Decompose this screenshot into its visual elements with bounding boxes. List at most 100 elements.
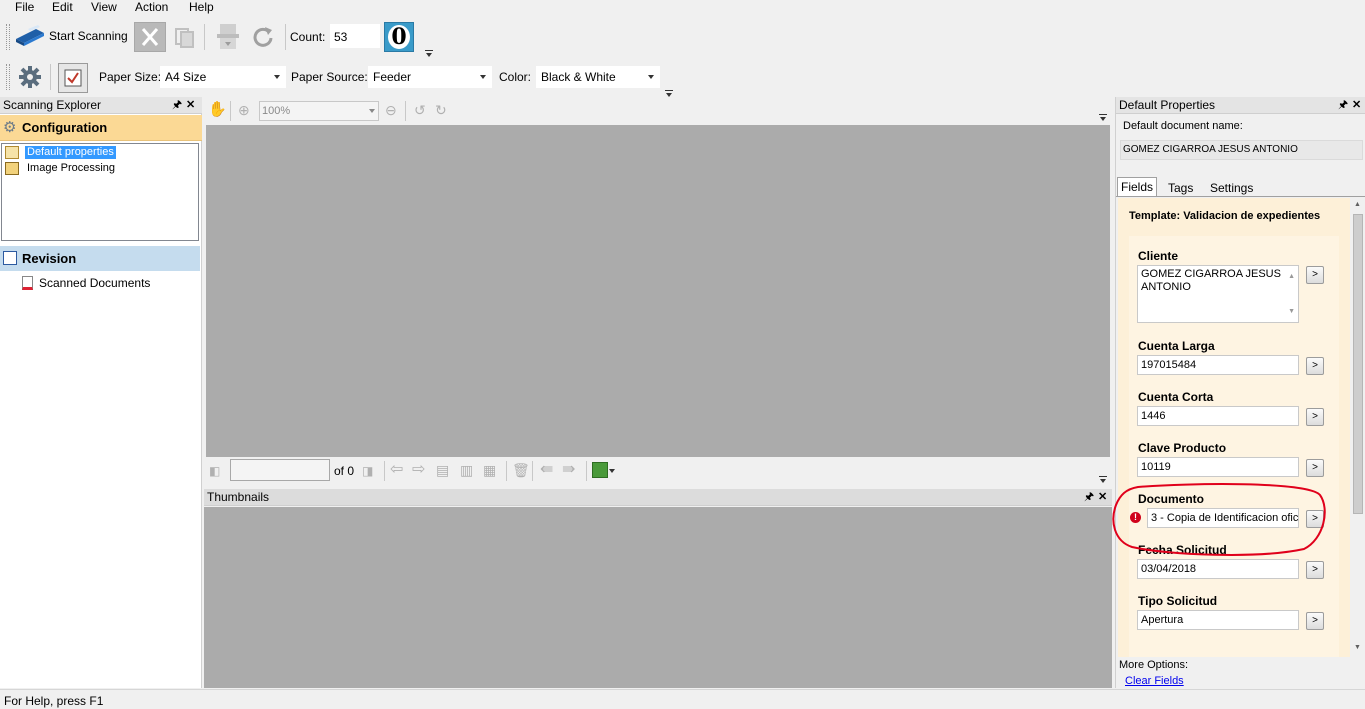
counter-display[interactable]: 0 [384, 22, 414, 52]
default-properties-panel: Default Properties 🖈 ✕ Default document … [1112, 97, 1365, 688]
toolbar-overflow-icon[interactable] [425, 47, 433, 57]
paper-source-label: Paper Source: [291, 70, 368, 84]
append-page-icon[interactable]: ▦ [483, 463, 496, 477]
insert-page-icon[interactable]: ▤ [436, 463, 449, 477]
chevron-down-icon[interactable] [609, 469, 615, 473]
document-viewer[interactable] [206, 125, 1110, 457]
cuenta-larga-button[interactable]: > [1306, 357, 1324, 375]
move-right-icon[interactable]: ⇛ [562, 462, 575, 478]
replace-page-icon[interactable]: ▥ [460, 463, 473, 477]
move-left-icon[interactable]: ⇚ [540, 462, 553, 478]
clave-producto-value: 10119 [1141, 461, 1171, 473]
revision-header[interactable]: Revision [0, 246, 200, 271]
scroll-down-icon[interactable]: ▼ [1288, 305, 1295, 318]
scroll-down-icon[interactable]: ▼ [1354, 644, 1361, 651]
pin-icon[interactable]: 🖈 [172, 97, 182, 114]
tipo-solicitud-field[interactable]: Apertura [1137, 610, 1299, 630]
properties-header: Default Properties 🖈 ✕ [1116, 97, 1365, 114]
default-properties-item[interactable]: Default properties [25, 146, 116, 159]
paper-size-select[interactable]: A4 Size [160, 66, 286, 88]
fecha-solicitud-field[interactable]: 03/04/2018 [1137, 559, 1299, 579]
toolbar-overflow-icon[interactable] [1099, 111, 1107, 121]
checklist-icon [64, 69, 82, 87]
pin-icon[interactable]: 🖈 [1338, 97, 1348, 114]
start-scanning-button[interactable]: Start Scanning [14, 22, 134, 50]
pin-icon[interactable]: 🖈 [1084, 489, 1094, 506]
previous-icon[interactable]: ⇦ [390, 462, 403, 478]
page-number-input[interactable] [230, 459, 330, 481]
rotate-right-icon[interactable]: ↻ [435, 103, 447, 117]
tab-fields[interactable]: Fields [1117, 177, 1157, 197]
rotate-left-icon[interactable]: ↺ [414, 103, 426, 117]
menu-help[interactable]: Help [189, 0, 214, 14]
list-item[interactable]: Scanned Documents [22, 276, 192, 290]
configuration-header[interactable]: ⚙ Configuration [0, 115, 202, 141]
trash-icon[interactable]: 🗑 [512, 463, 530, 477]
paper-size-label: Paper Size: [99, 70, 162, 84]
menu-view[interactable]: View [91, 0, 117, 14]
cuenta-corta-button[interactable]: > [1306, 408, 1324, 426]
close-icon[interactable]: ✕ [186, 97, 195, 114]
cancel-scan-button[interactable] [134, 22, 166, 52]
cliente-button[interactable]: > [1306, 266, 1324, 284]
settings-button[interactable] [18, 65, 42, 89]
gear-icon [19, 66, 41, 88]
cuenta-corta-field[interactable]: 1446 [1137, 406, 1299, 426]
chevron-down-icon [480, 75, 486, 79]
explorer-title: Scanning Explorer [3, 98, 102, 112]
toolbar-overflow-icon[interactable] [1099, 473, 1107, 483]
list-item[interactable]: Default properties [5, 146, 165, 160]
image-icon[interactable] [592, 462, 608, 478]
properties-title: Default Properties [1119, 98, 1216, 112]
zoom-out-icon[interactable]: ⊖ [385, 103, 397, 117]
fecha-solicitud-button[interactable]: > [1306, 561, 1324, 579]
zoom-select[interactable]: 100% [259, 101, 379, 121]
doc-name-field[interactable]: GOMEZ CIGARROA JESUS ANTONIO [1120, 140, 1363, 160]
refresh-button[interactable] [250, 24, 276, 50]
menu-edit[interactable]: Edit [52, 0, 73, 14]
paper-source-select[interactable]: Feeder [368, 66, 492, 88]
thumbnails-area[interactable] [204, 507, 1112, 688]
image-processing-icon [5, 162, 19, 175]
scanned-documents-item[interactable]: Scanned Documents [39, 276, 150, 290]
list-item[interactable]: Image Processing [5, 162, 165, 176]
toolbar-overflow-icon[interactable] [665, 87, 673, 97]
chevron-down-icon [274, 75, 280, 79]
next-icon[interactable]: ⇨ [412, 462, 425, 478]
configuration-list: Default properties Image Processing [1, 143, 199, 241]
fields-scrollbar[interactable]: ▲ ▼ [1351, 198, 1365, 657]
menu-bar: File Edit View Action Help [0, 0, 1365, 14]
clave-producto-field[interactable]: 10119 [1137, 457, 1299, 477]
close-icon[interactable]: ✕ [1352, 97, 1361, 114]
revision-label: Revision [22, 251, 77, 266]
color-select[interactable]: Black & White [536, 66, 660, 88]
scroll-up-icon[interactable]: ▲ [1288, 270, 1295, 283]
thumbnails-title: Thumbnails [207, 490, 270, 504]
tab-settings[interactable]: Settings [1210, 181, 1253, 195]
scrollbar-thumb[interactable] [1353, 214, 1363, 514]
clave-producto-button[interactable]: > [1306, 459, 1324, 477]
feed-button[interactable] [214, 22, 242, 52]
explorer-header: Scanning Explorer 🖈 ✕ [0, 97, 202, 114]
copy-pages-button[interactable] [172, 26, 196, 48]
tipo-solicitud-button[interactable]: > [1306, 612, 1324, 630]
hand-icon[interactable]: ✋ [208, 102, 227, 117]
count-field[interactable]: 53 [330, 24, 380, 48]
settings-toolbar: Paper Size: A4 Size Paper Source: Feeder… [4, 58, 673, 97]
clear-fields-link[interactable]: Clear Fields [1125, 675, 1184, 688]
cuenta-larga-field[interactable]: 197015484 [1137, 355, 1299, 375]
first-page-icon[interactable]: ◧ [209, 464, 220, 478]
gear-icon: ⚙ [3, 119, 17, 136]
zoom-in-icon[interactable]: ⊕ [238, 103, 250, 117]
template-title: Template: Validacion de expedientes [1129, 210, 1321, 222]
image-processing-item[interactable]: Image Processing [27, 162, 115, 175]
tab-tags[interactable]: Tags [1168, 181, 1193, 195]
menu-action[interactable]: Action [135, 0, 168, 14]
template-button[interactable] [58, 63, 88, 93]
last-page-icon[interactable]: ◨ [362, 464, 373, 478]
menu-file[interactable]: File [15, 0, 34, 14]
cliente-field[interactable]: GOMEZ CIGARROA JESUS ANTONIO ▲ ▼ [1137, 265, 1299, 323]
cuenta-corta-label: Cuenta Corta [1138, 390, 1214, 404]
close-icon[interactable]: ✕ [1098, 489, 1107, 506]
scroll-up-icon[interactable]: ▲ [1354, 201, 1361, 208]
